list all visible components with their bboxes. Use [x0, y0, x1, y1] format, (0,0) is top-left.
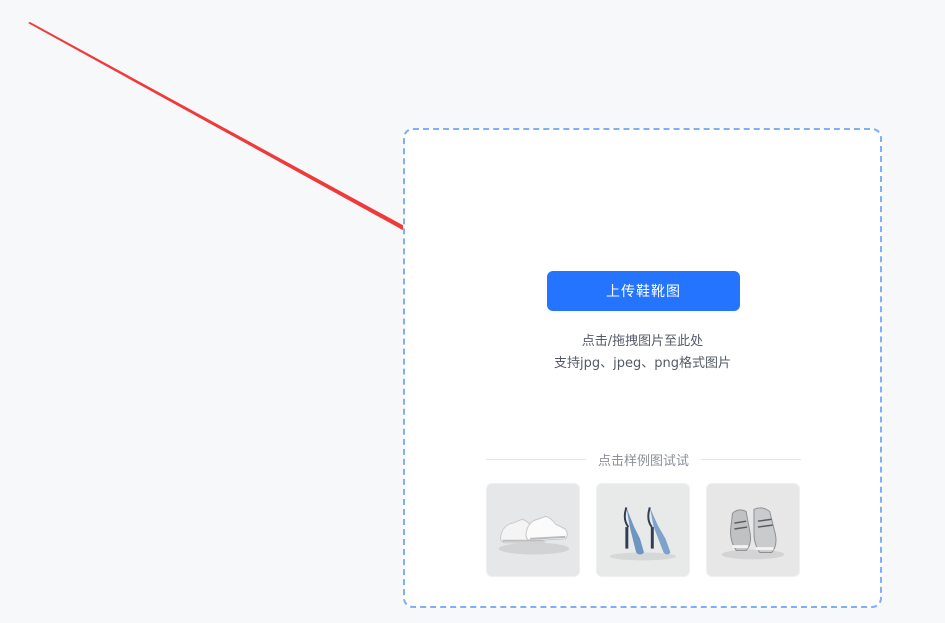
upload-hint-formats: 支持jpg、jpeg、png格式图片	[554, 356, 731, 371]
upload-shoe-image-button[interactable]: 上传鞋靴图	[547, 271, 740, 311]
sample-image-3[interactable]	[706, 483, 800, 577]
sample-image-2[interactable]	[596, 483, 690, 577]
sample-image-1[interactable]	[486, 483, 580, 577]
white-sneakers-icon	[487, 484, 579, 576]
samples-heading: 点击样例图试试	[598, 453, 690, 469]
samples-divider: 点击样例图试试	[486, 450, 802, 469]
divider-line-left	[486, 458, 586, 460]
page: 上传鞋靴图 点击/拖拽图片至此处 支持jpg、jpeg、png格式图片 点击样例…	[0, 0, 945, 623]
upload-dropzone[interactable]: 上传鞋靴图 点击/拖拽图片至此处 支持jpg、jpeg、png格式图片 点击样例…	[403, 128, 882, 608]
upload-hint-drag: 点击/拖拽图片至此处	[581, 334, 704, 349]
blue-heels-icon	[597, 484, 689, 576]
divider-line-right	[701, 458, 802, 460]
grey-running-shoes-icon	[707, 484, 799, 576]
